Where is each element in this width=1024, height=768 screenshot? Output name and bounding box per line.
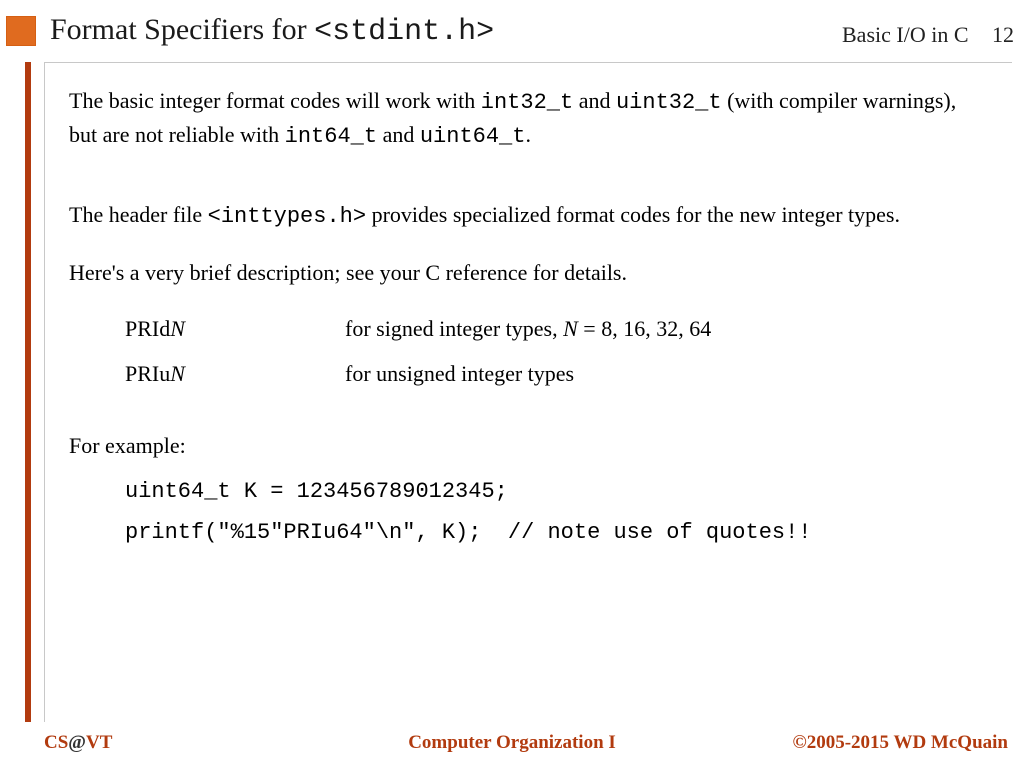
spec-desc: for signed integer types, N = 8, 16, 32,… xyxy=(345,313,988,345)
spec-desc: for unsigned integer types xyxy=(345,358,988,390)
title-code: <stdint.h> xyxy=(314,15,494,49)
list-item: PRIuN for unsigned integer types xyxy=(125,358,988,390)
left-accent-rail xyxy=(25,62,31,722)
footer-bar: CS@VT Computer Organization I ©2005-2015… xyxy=(0,728,1024,758)
header-meta: Basic I/O in C 12 xyxy=(644,22,1014,48)
topic-label: Basic I/O in C xyxy=(842,22,969,47)
spec-key: PRIdN xyxy=(125,313,345,345)
header-bar: Format Specifiers for <stdint.h> Basic I… xyxy=(0,0,1024,62)
slide: Format Specifiers for <stdint.h> Basic I… xyxy=(0,0,1024,768)
page-number: 12 xyxy=(974,22,1014,48)
footer-left: CS@VT xyxy=(44,732,112,754)
footer-right: ©2005-2015 WD McQuain xyxy=(793,732,1008,754)
slide-title: Format Specifiers for <stdint.h> xyxy=(50,13,494,49)
accent-square-icon xyxy=(6,16,36,46)
paragraph-4: For example: xyxy=(69,430,988,462)
code-example: uint64_t K = 123456789012345; printf("%1… xyxy=(125,472,988,553)
paragraph-1: The basic integer format codes will work… xyxy=(69,85,988,153)
spec-list: PRIdN for signed integer types, N = 8, 1… xyxy=(125,313,988,391)
paragraph-3: Here's a very brief description; see you… xyxy=(69,257,988,289)
code-line: uint64_t K = 123456789012345; xyxy=(125,479,508,504)
paragraph-2: The header file <inttypes.h> provides sp… xyxy=(69,199,988,233)
content-area: The basic integer format codes will work… xyxy=(44,62,1012,722)
code-line: printf("%15"PRIu64"\n", K); // note use … xyxy=(125,520,812,545)
title-text: Format Specifiers for xyxy=(50,13,314,46)
spec-key: PRIuN xyxy=(125,358,345,390)
list-item: PRIdN for signed integer types, N = 8, 1… xyxy=(125,313,988,345)
